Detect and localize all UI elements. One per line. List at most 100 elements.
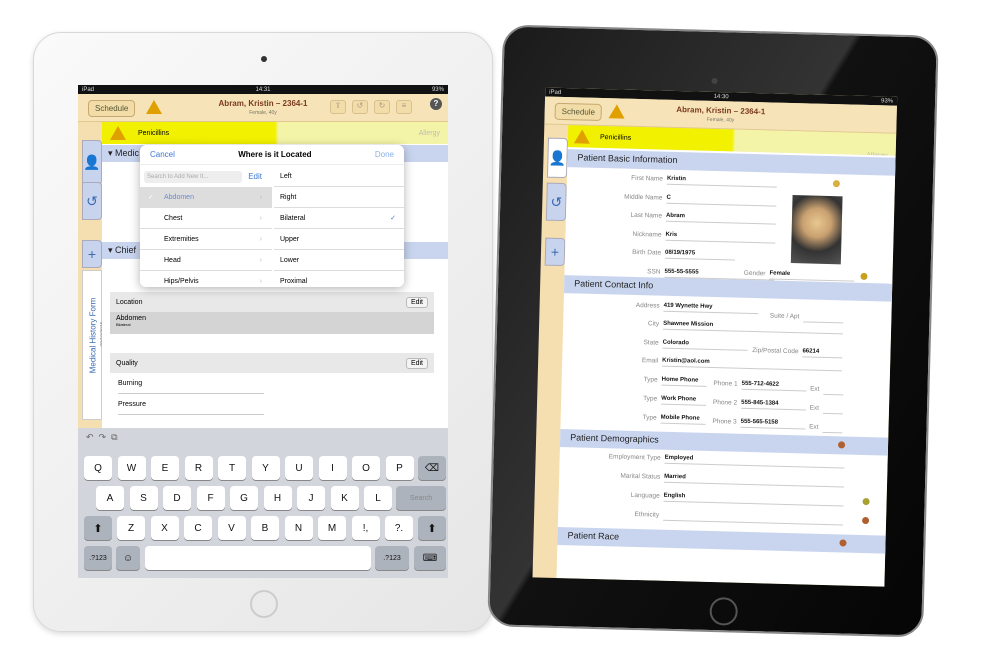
- field-input[interactable]: [822, 423, 843, 434]
- field-input[interactable]: Kristin: [666, 175, 778, 188]
- key-j[interactable]: J: [297, 486, 325, 510]
- shift-key[interactable]: ⬆: [84, 516, 112, 540]
- key-q[interactable]: Q: [84, 456, 112, 480]
- field-input[interactable]: Mobile Phone: [660, 414, 706, 425]
- cancel-button[interactable]: Cancel: [150, 150, 175, 159]
- key-i[interactable]: I: [318, 456, 347, 480]
- key-3[interactable]: V: [217, 516, 246, 540]
- key-o[interactable]: O: [352, 456, 380, 480]
- key-d[interactable]: D: [163, 486, 191, 510]
- emoji-key[interactable]: ☺: [116, 546, 140, 570]
- location-edit-button[interactable]: Edit: [405, 296, 428, 308]
- key-4[interactable]: B: [251, 516, 279, 540]
- home-button[interactable]: [250, 590, 278, 618]
- key-5[interactable]: N: [284, 516, 313, 540]
- chevron-right-icon: ›: [259, 256, 262, 264]
- share-icon[interactable]: ⇪: [330, 100, 346, 114]
- key-7[interactable]: !,: [351, 516, 380, 540]
- key-k[interactable]: K: [330, 486, 359, 510]
- key-r[interactable]: R: [184, 456, 213, 480]
- position-item[interactable]: Left: [274, 166, 404, 187]
- field-input[interactable]: 419 Wynette Hwy: [663, 302, 759, 315]
- field-input[interactable]: Employed: [664, 454, 845, 469]
- key-a[interactable]: A: [96, 486, 124, 510]
- keyboard-undo-redo-paste[interactable]: ↶ ↷ ⧉: [86, 432, 118, 443]
- side-tab-medical-history[interactable]: Medical History Form 09/10/2015: [82, 270, 106, 420]
- field-input[interactable]: English: [663, 492, 844, 507]
- position-item[interactable]: Proximal: [274, 271, 404, 287]
- field-input[interactable]: [822, 404, 844, 415]
- key-y[interactable]: Y: [251, 456, 280, 480]
- patient-photo[interactable]: [790, 195, 843, 265]
- history-tab[interactable]: ↺: [545, 182, 567, 222]
- field-input[interactable]: 08/19/1975: [664, 249, 736, 261]
- region-item[interactable]: Extremities ›: [140, 229, 272, 250]
- position-item[interactable]: Upper: [274, 229, 404, 250]
- key-w[interactable]: W: [117, 456, 146, 480]
- field-input[interactable]: Colorado: [662, 339, 748, 351]
- key-l[interactable]: L: [364, 486, 392, 510]
- key-u[interactable]: U: [285, 456, 313, 480]
- shift-key[interactable]: ⬆: [418, 516, 446, 540]
- field-input[interactable]: [823, 385, 844, 396]
- add-tab[interactable]: +: [82, 240, 102, 268]
- field-input[interactable]: Work Phone: [661, 395, 707, 406]
- backspace-key[interactable]: ⌫: [418, 456, 446, 480]
- field-input[interactable]: 66214: [802, 348, 843, 359]
- key-g[interactable]: G: [230, 486, 258, 510]
- field-label: Employment Type: [608, 453, 661, 462]
- quality-item[interactable]: Pressure: [118, 395, 264, 415]
- search-input[interactable]: Search to Add New It...: [144, 170, 243, 183]
- quality-item[interactable]: Burning: [118, 374, 264, 394]
- key-1[interactable]: X: [150, 516, 179, 540]
- done-button[interactable]: Done: [375, 150, 394, 159]
- quality-label: Quality: [116, 359, 138, 367]
- history-tab[interactable]: ↺: [82, 182, 102, 220]
- position-item[interactable]: Right: [274, 187, 404, 208]
- field-input[interactable]: Abram: [665, 212, 777, 225]
- edit-button[interactable]: Edit: [248, 172, 262, 181]
- hide-keyboard-key[interactable]: ⌨: [414, 546, 446, 570]
- key-8[interactable]: ?.: [385, 516, 413, 540]
- home-button[interactable]: [709, 597, 739, 626]
- patient-tab[interactable]: 👤: [82, 140, 102, 185]
- key-0[interactable]: Z: [117, 516, 145, 540]
- field-input[interactable]: 555-712-4622: [741, 380, 807, 392]
- position-item[interactable]: Bilateral ✓: [274, 208, 404, 229]
- key-p[interactable]: P: [385, 456, 414, 480]
- patient-tab[interactable]: 👤: [546, 137, 568, 179]
- quality-edit-button[interactable]: Edit: [405, 357, 428, 369]
- undo-icon[interactable]: ↺: [352, 100, 368, 114]
- key-t[interactable]: T: [218, 456, 246, 480]
- numbers-key[interactable]: .?123: [375, 546, 409, 570]
- key-6[interactable]: M: [318, 516, 346, 540]
- redo-icon[interactable]: ↻: [374, 100, 390, 114]
- region-item[interactable]: Chest ›: [140, 208, 272, 229]
- location-value[interactable]: Abdomen Bilateral: [110, 312, 434, 334]
- numbers-key[interactable]: .?123: [84, 546, 112, 570]
- list-icon[interactable]: ≡: [396, 100, 412, 114]
- region-item[interactable]: Head ›: [140, 250, 272, 271]
- region-item[interactable]: Abdomen › ✓: [140, 187, 272, 208]
- add-tab[interactable]: +: [544, 237, 566, 267]
- field-input[interactable]: C: [666, 194, 777, 207]
- position-item[interactable]: Lower: [274, 250, 404, 271]
- key-f[interactable]: F: [196, 486, 225, 510]
- field-input[interactable]: Shawnee Mission: [663, 320, 844, 335]
- field-input[interactable]: Married: [664, 473, 845, 488]
- help-icon[interactable]: ?: [430, 98, 442, 110]
- field-input[interactable]: Kristin@aol.com: [662, 357, 843, 372]
- region-item[interactable]: Hips/Pelvis ›: [140, 271, 272, 287]
- field-input[interactable]: Home Phone: [661, 376, 707, 387]
- field-input[interactable]: 555-845-1384: [740, 399, 807, 411]
- key-s[interactable]: S: [129, 486, 158, 510]
- field-input[interactable]: [803, 313, 844, 324]
- key-e[interactable]: E: [151, 456, 179, 480]
- field-input[interactable]: [663, 511, 844, 526]
- space-key[interactable]: [145, 546, 371, 570]
- field-input[interactable]: 555-565-5158: [740, 418, 806, 430]
- search-key[interactable]: Search: [396, 486, 446, 510]
- field-input[interactable]: Kris: [665, 231, 776, 244]
- key-h[interactable]: H: [263, 486, 292, 510]
- key-2[interactable]: C: [184, 516, 212, 540]
